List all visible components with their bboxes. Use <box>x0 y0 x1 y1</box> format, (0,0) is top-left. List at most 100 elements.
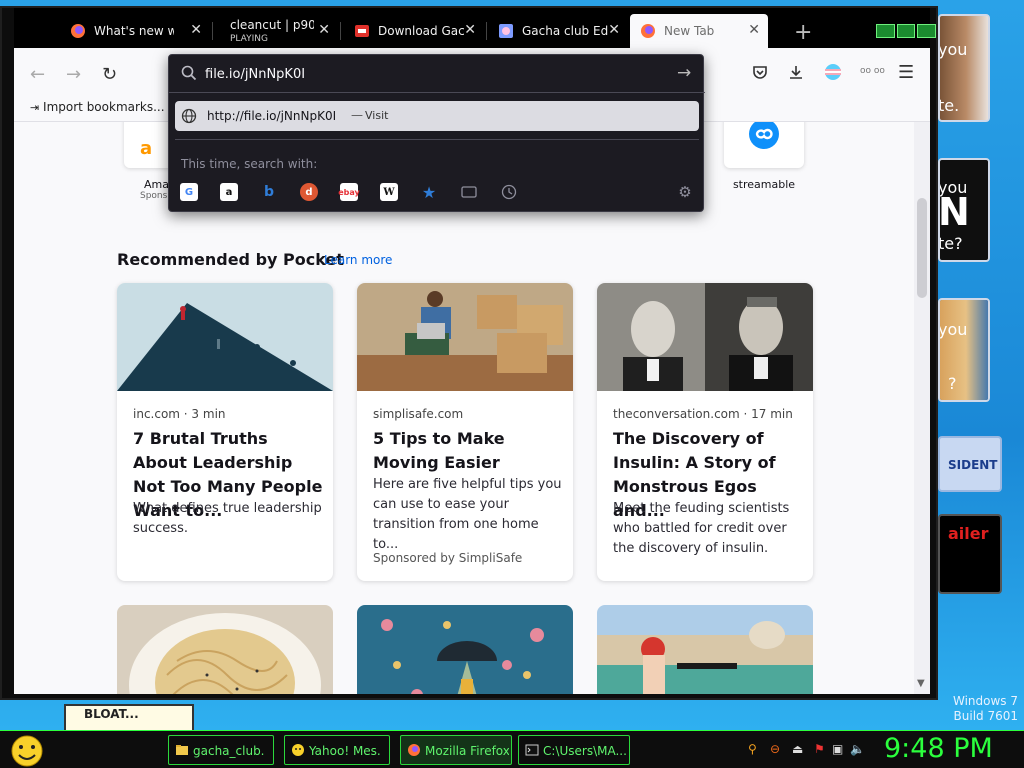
tab-download-gacha[interactable]: Download Gach ✕ <box>344 14 484 48</box>
tray-eject-icon[interactable]: ⏏ <box>792 742 807 757</box>
search-with-label: This time, search with: <box>181 157 318 171</box>
card-source: simplisafe.com <box>373 407 464 421</box>
card-image-scientists-portraits <box>597 283 813 391</box>
amazon-engine-icon[interactable]: a <box>220 183 238 201</box>
tab-separator <box>212 22 213 40</box>
tab-cleancut[interactable]: cleancut | p90.zo PLAYING ✕ <box>216 14 338 48</box>
page-scrollbar[interactable]: ▼ <box>914 122 930 694</box>
urlbar-input-row: → <box>169 55 705 93</box>
wikipedia-engine-icon[interactable]: W <box>380 183 398 201</box>
extension-icon[interactable]: oo oo <box>860 66 885 76</box>
import-icon: ⇥ <box>30 101 40 114</box>
back-arrow-icon[interactable]: ← <box>30 64 45 85</box>
tab-close-icon[interactable]: ✕ <box>464 22 476 38</box>
pocket-heading: Recommended by Pocket <box>117 250 344 269</box>
taskbar-button-label: Mozilla Firefox <box>425 744 509 758</box>
bookmarks-star-icon[interactable]: ★ <box>420 183 438 202</box>
minimize-button[interactable] <box>876 24 895 38</box>
card-title: 5 Tips to Make Moving Easier <box>373 429 505 472</box>
hamburger-menu-icon[interactable]: ☰ <box>898 62 914 83</box>
taskbar-button-label: gacha_club.... <box>193 744 265 758</box>
new-tab-plus-icon[interactable]: + <box>794 20 812 45</box>
windows-taskbar: gacha_club.... Yahoo! Mes... Mozilla Fir… <box>0 730 1024 768</box>
pocket-card-moving[interactable]: simplisafe.com 5 Tips to Make Moving Eas… <box>357 283 573 581</box>
windows-build-watermark: Windows 7 Build 7601 <box>953 694 1018 724</box>
desktop-text-you-1: you <box>938 40 968 59</box>
account-avatar-icon[interactable] <box>824 63 842 81</box>
firefox-icon <box>641 24 655 38</box>
tabs-search-icon[interactable] <box>460 183 478 201</box>
taskbar-clock[interactable]: 9:48 PM <box>884 733 993 764</box>
trailer-banner: ailer <box>938 514 1002 594</box>
desktop-photo-card-2: you ? <box>938 298 990 402</box>
folder-icon <box>176 745 188 755</box>
pocket-card-insulin[interactable]: theconversation.com · 17 min The Discove… <box>597 283 813 581</box>
ebay-engine-icon[interactable]: ebay <box>338 183 360 201</box>
tab-close-icon[interactable]: ✕ <box>318 22 330 38</box>
desktop-photo-card: you te. <box>938 14 990 122</box>
taskbar-command-prompt[interactable]: C:\Users\MA... <box>518 735 630 765</box>
desktop-text-te-2: te? <box>938 234 963 253</box>
url-input[interactable] <box>205 64 665 84</box>
desktop-text-you-3: you <box>938 320 968 339</box>
pocket-learn-more-link[interactable]: Learn more <box>324 253 392 267</box>
tray-volume-icon[interactable]: 🔈 <box>850 742 865 757</box>
tab-strip: What's new with ✕ cleancut | p90.zo PLAY… <box>14 8 937 48</box>
topsite-streamable[interactable] <box>724 122 804 168</box>
bing-engine-icon[interactable]: b <box>260 183 278 201</box>
tab-close-icon[interactable]: ✕ <box>608 22 620 38</box>
taskbar-gacha-club-folder[interactable]: gacha_club.... <box>168 735 274 765</box>
taskbar-yahoo-messenger[interactable]: Yahoo! Mes... <box>284 735 390 765</box>
desktop-dark-card: you N te? <box>938 158 990 262</box>
pocket-save-icon[interactable] <box>752 64 768 80</box>
start-button-smiley-icon[interactable] <box>8 733 46 767</box>
downloads-icon[interactable] <box>788 64 804 80</box>
maximize-button[interactable] <box>896 24 916 38</box>
tab-gacha-club-edit[interactable]: Gacha club Editi ✕ <box>488 14 628 48</box>
globe-icon <box>181 108 197 124</box>
card-source: theconversation.com · 17 min <box>613 407 793 421</box>
streamable-icon <box>749 122 779 149</box>
scroll-down-arrow-icon[interactable]: ▼ <box>917 678 925 689</box>
window-controls <box>876 24 937 38</box>
desktop-text-q: ? <box>948 374 957 393</box>
card-image-pasta <box>117 605 333 694</box>
background-document-window[interactable]: BLOAT... <box>64 704 194 732</box>
tray-search-icon[interactable]: ⚲ <box>748 742 763 757</box>
import-bookmarks-label: Import bookmarks... <box>43 100 165 114</box>
suggestion-action: Visit <box>365 109 389 122</box>
urlbar-suggestion-visit[interactable]: http://file.io/jNnNpK0I — Visit <box>175 101 699 131</box>
tab-close-icon[interactable]: ✕ <box>748 22 760 38</box>
search-settings-gear-icon[interactable]: ⚙ <box>676 183 694 201</box>
scrollbar-thumb[interactable] <box>917 198 927 298</box>
import-bookmarks-link[interactable]: ⇥ Import bookmarks... <box>30 100 165 114</box>
tab-close-icon[interactable]: ✕ <box>190 22 202 38</box>
suggestion-url: http://file.io/jNnNpK0I <box>207 109 337 123</box>
firefox-icon <box>71 24 85 38</box>
taskbar-mozilla-firefox[interactable]: Mozilla Firefox <box>400 735 512 765</box>
desktop-text-n: N <box>938 190 970 234</box>
pocket-card-pasta[interactable] <box>117 605 333 694</box>
history-clock-icon[interactable] <box>500 183 518 201</box>
urlbar-dropdown: → http://file.io/jNnNpK0I — Visit This t… <box>168 54 705 212</box>
cmd-icon <box>525 744 539 756</box>
tray-action-center-flag-icon[interactable]: ⚑ <box>814 742 829 757</box>
tray-stop-icon[interactable]: ⊖ <box>770 742 785 757</box>
tab-new-tab[interactable]: New Tab ✕ <box>630 14 768 48</box>
pocket-card-umbrella[interactable] <box>357 605 573 694</box>
tray-network-icon[interactable]: ▣ <box>832 742 847 757</box>
windows-build: Build 7601 <box>953 709 1018 723</box>
pocket-card-venice[interactable] <box>597 605 813 694</box>
forward-arrow-icon[interactable]: → <box>66 64 81 85</box>
card-description: Here are five helpful tips you can use t… <box>373 477 562 552</box>
duckduckgo-engine-icon[interactable]: d <box>300 183 318 201</box>
pocket-card-leadership[interactable]: inc.com · 3 min 7 Brutal Truths About Le… <box>117 283 333 581</box>
tab-label: New Tab <box>664 24 715 38</box>
amazon-logo-icon: a <box>140 138 153 159</box>
google-engine-icon[interactable]: G <box>180 183 198 201</box>
go-arrow-icon[interactable]: → <box>677 63 691 83</box>
tab-whats-new[interactable]: What's new with ✕ <box>60 14 210 48</box>
close-window-button[interactable] <box>917 24 937 38</box>
reload-icon[interactable]: ↻ <box>102 64 117 85</box>
firefox-icon <box>408 744 420 756</box>
